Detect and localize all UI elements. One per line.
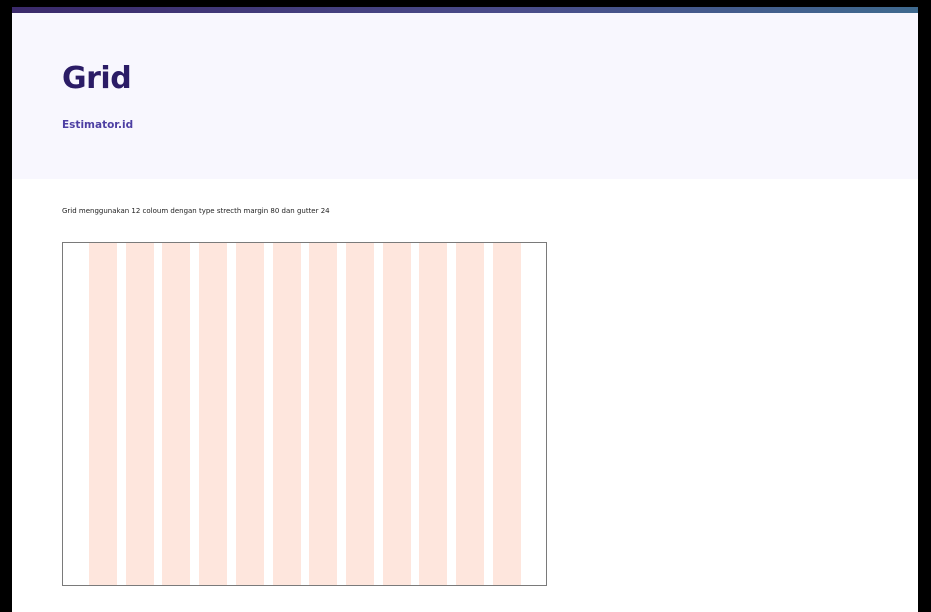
grid-column [89, 243, 117, 585]
grid-column [309, 243, 338, 585]
grid-column [382, 243, 411, 585]
grid-column [162, 243, 191, 585]
page-header: Grid Estimator.id [12, 13, 918, 179]
page-subtitle: Estimator.id [62, 119, 134, 131]
grid-column [272, 243, 301, 585]
grid-column [419, 243, 448, 585]
grid-column [492, 243, 521, 585]
grid-column [199, 243, 228, 585]
page: Grid Estimator.id Grid menggunakan 12 co… [12, 7, 918, 612]
grid-column [235, 243, 264, 585]
grid-column [345, 243, 374, 585]
grid-column [456, 243, 484, 585]
grid-column [125, 243, 154, 585]
grid-preview-frame [62, 242, 547, 586]
window-frame: Grid Estimator.id Grid menggunakan 12 co… [0, 0, 931, 612]
page-title: Grid [62, 61, 132, 96]
grid-description: Grid menggunakan 12 coloum dengan type s… [62, 207, 330, 215]
